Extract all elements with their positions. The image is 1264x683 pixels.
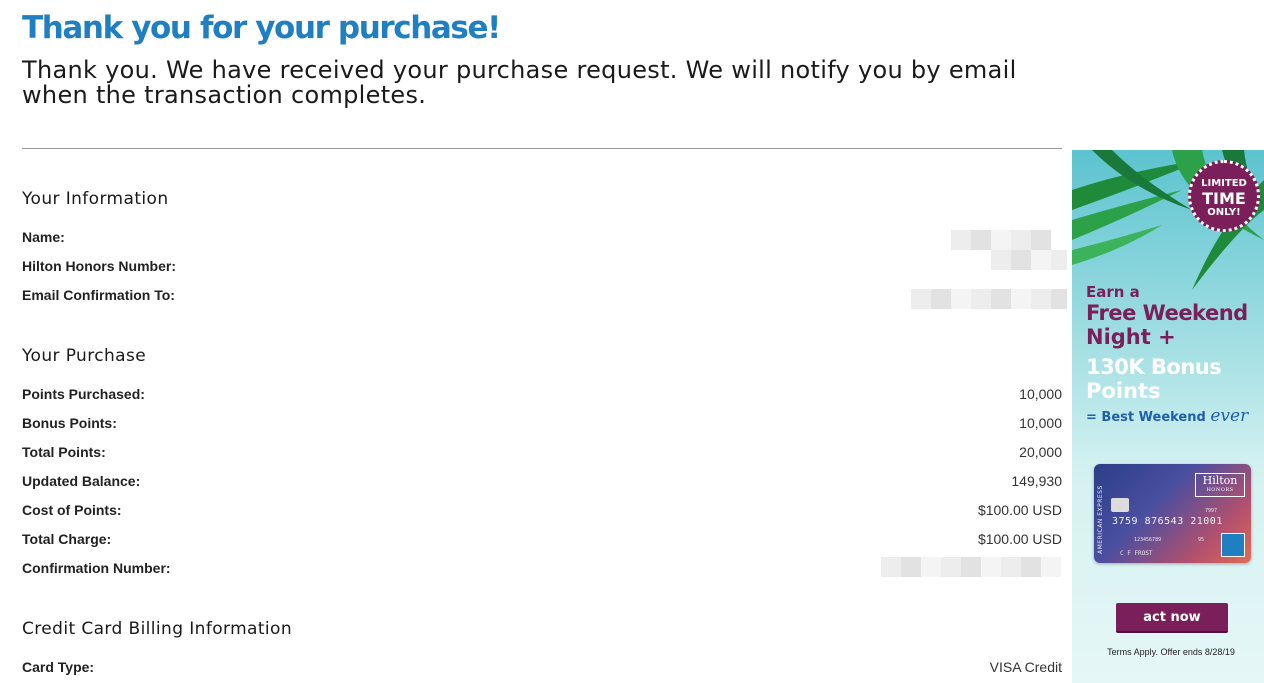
total-charge-value: $100.00 USD [977,531,1062,547]
card-small-expiry: 95 [1198,537,1205,543]
ad-line-points: Points [1086,379,1161,403]
badge-line-1: LIMITED [1201,178,1247,189]
card-small-code: 7997 [1204,508,1217,514]
email-confirmation-label: Email Confirmation To: [22,287,175,303]
ad-line-free-weekend: Free Weekend [1086,301,1248,325]
card-number: 3759 876543 21001 [1112,516,1223,527]
card-type-value: VISA Credit [989,659,1062,675]
redacted-confirmation-number [881,557,1061,577]
billing-row-card-type: Card Type: VISA Credit [22,659,1062,679]
page-title: Thank you for your purchase! [22,10,501,46]
bonus-points-label: Bonus Points: [22,415,117,431]
redacted-honors-number [991,250,1067,270]
points-purchased-label: Points Purchased: [22,386,145,402]
card-type-label: Card Type: [22,659,95,675]
purchase-row-total-charge: Total Charge: $100.00 USD [22,531,1062,551]
act-now-button[interactable]: act now [1116,603,1228,633]
confirmation-number-label: Confirmation Number: [22,560,171,576]
updated-balance-value: 149,930 [1011,473,1062,489]
ad-terms: Terms Apply. Offer ends 8/28/19 [1107,647,1235,657]
cost-of-points-label: Cost of Points: [22,502,122,518]
card-side-text: AMERICAN EXPRESS [1097,485,1104,554]
info-row-name: Name: [22,229,1062,249]
card-brand: Hilton [1202,474,1238,487]
cost-of-points-value: $100.00 USD [977,502,1062,518]
info-row-honors-number: Hilton Honors Number: [22,258,1062,278]
name-label: Name: [22,229,65,245]
honors-number-label: Hilton Honors Number: [22,258,176,274]
hilton-honors-logo: Hilton HONORS [1195,473,1245,497]
ad-best-weekend-text: = Best Weekend [1086,410,1206,425]
redacted-name [951,230,1051,250]
purchase-row-points-purchased: Points Purchased: 10,000 [22,386,1062,406]
card-chip-icon [1111,498,1129,512]
badge-line-3: ONLY! [1207,207,1241,218]
total-points-label: Total Points: [22,444,106,460]
card-holder-name: C F FROST [1120,550,1153,557]
hilton-amex-card-image: AMERICAN EXPRESS Hilton HONORS 7997 3759… [1094,464,1251,563]
bonus-points-value: 10,000 [1019,415,1062,431]
card-brand-sub: HONORS [1206,487,1234,493]
confirmation-message: Thank you. We have received your purchas… [22,56,1017,109]
your-purchase-heading: Your Purchase [22,346,147,366]
amex-logo-icon [1221,533,1245,557]
info-row-email: Email Confirmation To: [22,287,1062,307]
card-small-number: 123456789 [1134,537,1162,543]
total-points-value: 20,000 [1019,444,1062,460]
purchase-row-updated-balance: Updated Balance: 149,930 [22,473,1062,493]
redacted-email [911,289,1067,309]
credit-card-ad[interactable]: LIMITED TIME ONLY! Earn a Free Weekend N… [1072,150,1264,683]
purchase-row-cost-of-points: Cost of Points: $100.00 USD [22,502,1062,522]
updated-balance-label: Updated Balance: [22,473,141,489]
ad-line-best-weekend: = Best Weekend ever [1086,406,1248,426]
purchase-row-bonus-points: Bonus Points: 10,000 [22,415,1062,435]
limited-time-badge: LIMITED TIME ONLY! [1188,160,1260,232]
your-information-heading: Your Information [22,189,169,209]
divider [22,148,1062,149]
purchase-confirmation-page: Thank you for your purchase! Thank you. … [0,0,1264,683]
total-charge-label: Total Charge: [22,531,112,547]
ad-ever-text: ever [1210,406,1249,426]
billing-heading: Credit Card Billing Information [22,619,293,639]
ad-line-night: Night + [1086,325,1176,349]
ad-line-bonus: 130K Bonus [1086,355,1222,379]
purchase-row-total-points: Total Points: 20,000 [22,444,1062,464]
ad-line-earn: Earn a [1086,283,1140,301]
badge-line-2: TIME [1202,189,1246,208]
points-purchased-value: 10,000 [1019,386,1062,402]
